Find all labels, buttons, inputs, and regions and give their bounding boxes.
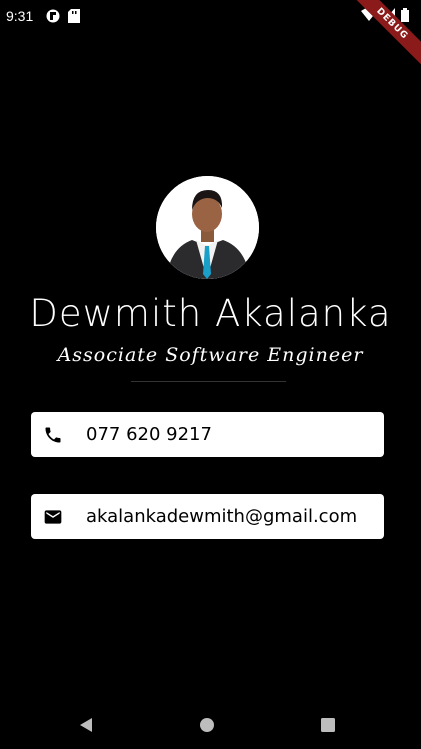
status-bar: 9:31 bbox=[0, 0, 421, 34]
profile-title: Associate Software Engineer bbox=[57, 344, 364, 366]
email-card[interactable]: akalankadewmith@gmail.com bbox=[31, 494, 384, 539]
mail-icon bbox=[42, 506, 64, 528]
sd-card-icon bbox=[68, 9, 80, 27]
email-address: akalankadewmith@gmail.com bbox=[86, 506, 358, 527]
recents-icon[interactable] bbox=[318, 715, 338, 735]
divider bbox=[131, 381, 286, 382]
phone-card[interactable]: 077 620 9217 bbox=[31, 412, 384, 457]
back-icon[interactable] bbox=[76, 715, 96, 735]
navigation-bar bbox=[0, 701, 421, 749]
status-time: 9:31 bbox=[6, 8, 34, 24]
phone-icon bbox=[42, 424, 64, 446]
phone-number: 077 620 9217 bbox=[86, 424, 212, 445]
profile-name: Dewmith Akalanka bbox=[29, 292, 392, 335]
notification-app-icon bbox=[46, 9, 60, 27]
avatar bbox=[156, 176, 259, 279]
home-icon[interactable] bbox=[197, 715, 217, 735]
status-notification-icons bbox=[46, 9, 80, 27]
